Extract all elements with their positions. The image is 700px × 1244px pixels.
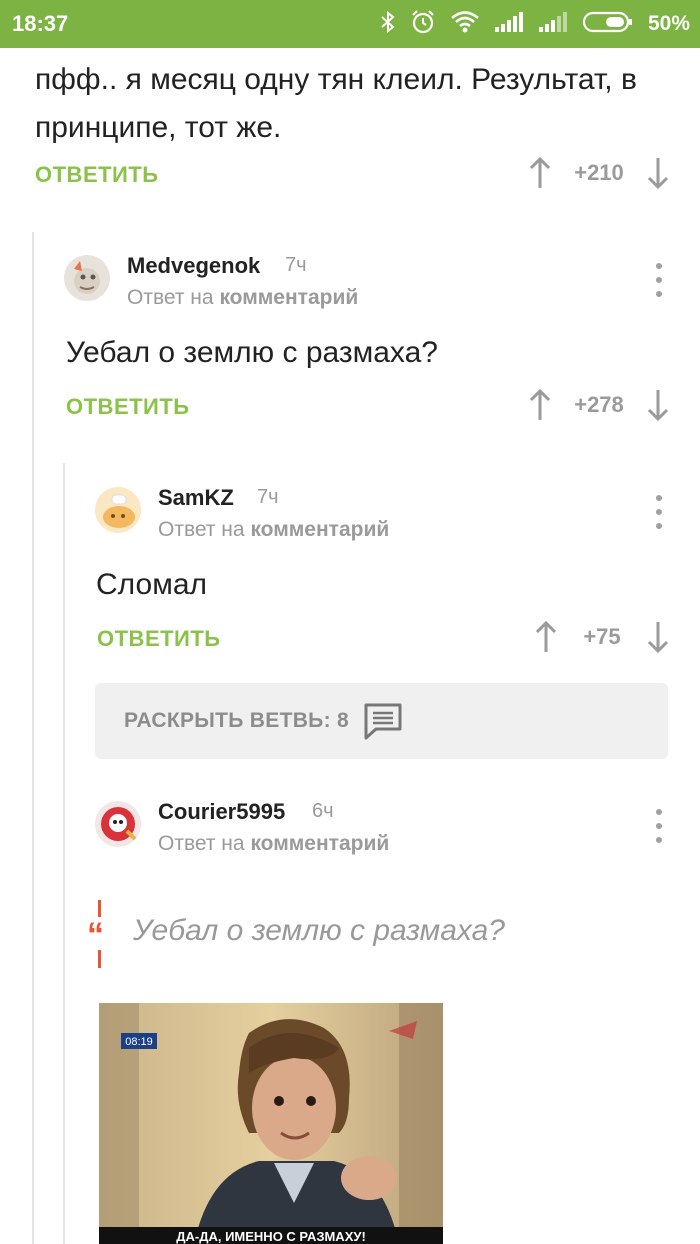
score: +278	[574, 392, 624, 417]
more-options-icon[interactable]	[649, 263, 669, 297]
signal-icon	[538, 11, 568, 38]
battery-percent: 50%	[647, 12, 690, 35]
score: +75	[583, 624, 621, 649]
downvote-icon[interactable]	[643, 388, 673, 422]
reply-button[interactable]: ОТВЕТИТЬ	[66, 394, 190, 420]
alarm-icon	[410, 9, 436, 40]
meme-caption: ДА-ДА, ИМЕННО С РАЗМАХУ!	[176, 1229, 366, 1244]
downvote-icon[interactable]	[643, 156, 673, 190]
post-text: пфф.. я месяц одну тян клеил. Результат,…	[35, 63, 637, 144]
reply-to-target: комментарий	[250, 832, 390, 855]
quote-icon: “	[87, 916, 104, 954]
username[interactable]: SamKZ	[158, 485, 234, 511]
quote-bar	[98, 900, 101, 917]
thread-line	[32, 232, 34, 1244]
reply-to-label[interactable]: Ответ на комментарий	[158, 832, 389, 856]
reply-button[interactable]: ОТВЕТИТЬ	[97, 626, 221, 652]
reply-to-prefix: Ответ на	[158, 518, 245, 541]
meme-image[interactable]: 08:19 ДА-ДА, ИМЕННО С РАЗМАХУ!	[99, 1003, 443, 1244]
expand-branch-button[interactable]: РАСКРЫТЬ ВЕТВЬ: 8	[95, 683, 668, 759]
reply-to-label[interactable]: Ответ на комментарий	[158, 518, 389, 542]
comment-time: 7ч	[285, 254, 307, 276]
status-time: 18:37	[12, 11, 69, 36]
comment-icon	[363, 702, 403, 740]
signal-icon	[494, 11, 524, 38]
wifi-icon	[450, 10, 480, 39]
quote-bar	[98, 950, 101, 968]
avatar[interactable]	[95, 487, 141, 533]
upvote-icon[interactable]	[525, 388, 555, 422]
vote-controls: +75	[531, 620, 673, 654]
vote-controls: +210	[525, 156, 673, 190]
bluetooth-icon	[380, 10, 396, 39]
username[interactable]: Medvegenok	[127, 253, 260, 279]
reply-to-target: комментарий	[250, 518, 390, 541]
reply-to-prefix: Ответ на	[158, 832, 245, 855]
username[interactable]: Courier5995	[158, 799, 285, 825]
battery-icon	[582, 10, 634, 39]
comment-time: 7ч	[257, 486, 279, 508]
expand-branch-label: РАСКРЫТЬ ВЕТВЬ: 8	[124, 709, 349, 732]
downvote-icon[interactable]	[643, 620, 673, 654]
quote-text: Уебал о землю с размаха?	[133, 914, 505, 947]
reply-button[interactable]: ОТВЕТИТЬ	[35, 162, 159, 188]
upvote-icon[interactable]	[531, 620, 561, 654]
avatar[interactable]	[64, 255, 110, 301]
comment-text: Уебал о землю с размаха?	[66, 336, 438, 369]
score: +210	[574, 160, 624, 185]
upvote-icon[interactable]	[525, 156, 555, 190]
reply-to-label[interactable]: Ответ на комментарий	[127, 286, 358, 310]
more-options-icon[interactable]	[649, 495, 669, 529]
status-bar: 18:37 50%	[0, 0, 700, 48]
comment-time: 6ч	[312, 800, 334, 822]
thread-line	[63, 463, 65, 1244]
more-options-icon[interactable]	[649, 809, 669, 843]
reply-to-target: комментарий	[219, 286, 359, 309]
status-icons: 50%	[380, 9, 690, 40]
vote-controls: +278	[525, 388, 673, 422]
comment-text: Сломал	[96, 568, 208, 601]
reply-to-prefix: Ответ на	[127, 286, 214, 309]
avatar[interactable]	[95, 801, 141, 847]
meme-timestamp: 08:19	[125, 1036, 153, 1048]
